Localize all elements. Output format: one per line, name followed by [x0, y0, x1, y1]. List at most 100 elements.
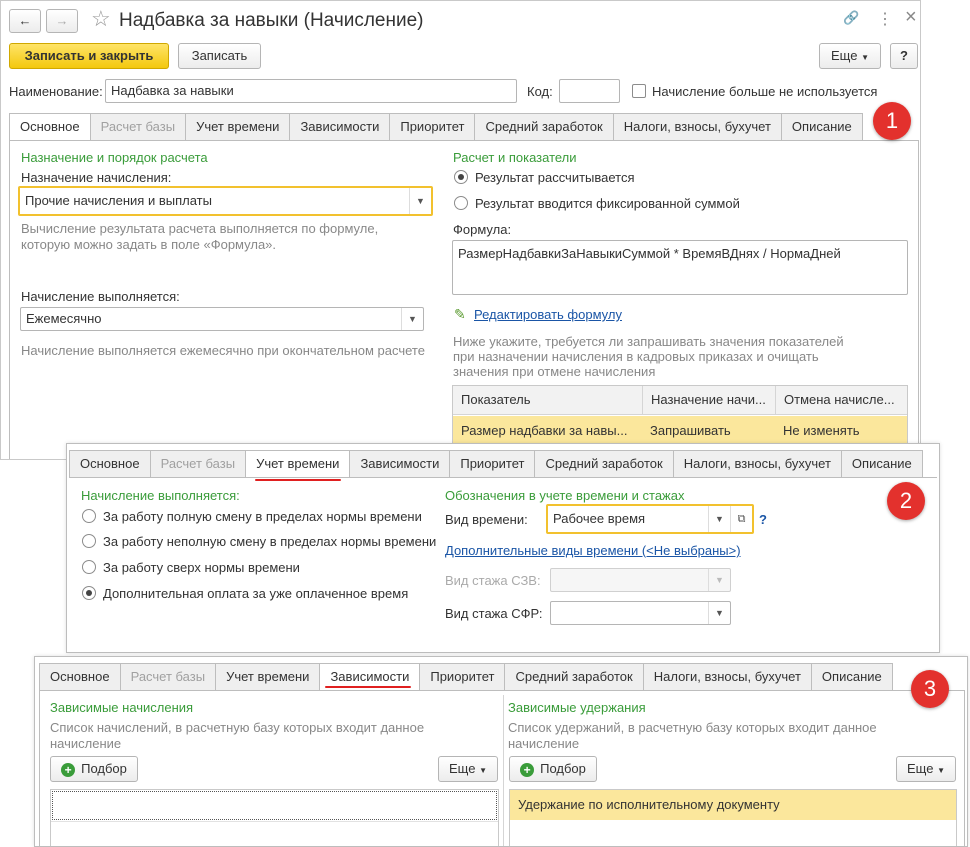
- tab-base-calc[interactable]: Расчет базы: [119, 663, 216, 691]
- radio-additional-pay[interactable]: [82, 586, 96, 600]
- more-deductions-label: Еще: [907, 761, 934, 776]
- row-divider: [51, 821, 498, 822]
- tab-dependencies[interactable]: Зависимости: [289, 113, 390, 141]
- dependent-deductions-title: Зависимые удержания: [508, 700, 646, 715]
- more-button-label: Еще: [831, 48, 858, 63]
- more-accruals-button[interactable]: Еще ▼: [438, 756, 498, 782]
- chevron-down-icon[interactable]: ▼: [708, 602, 730, 624]
- row-cancel-cell[interactable]: Не изменять: [775, 417, 907, 445]
- tab-priority[interactable]: Приоритет: [449, 450, 535, 478]
- back-button[interactable]: ←: [9, 9, 41, 33]
- tab-time-accounting[interactable]: Учет времени: [245, 450, 350, 478]
- purpose-select[interactable]: Прочие начисления и выплаты ▼: [18, 186, 433, 216]
- szv-select: ▼: [550, 568, 731, 592]
- executed-select[interactable]: Ежемесячно ▼: [20, 307, 424, 331]
- purpose-hint-1: Вычисление результата расчета выполняетс…: [21, 221, 379, 236]
- radio-overtime[interactable]: [82, 560, 96, 574]
- more-accruals-label: Еще: [449, 761, 476, 776]
- chevron-down-icon[interactable]: ▼: [401, 308, 423, 330]
- arrow-left-icon: ←: [18, 13, 32, 28]
- chevron-down-icon[interactable]: ▼: [708, 506, 730, 532]
- more-deductions-button[interactable]: Еще ▼: [896, 756, 956, 782]
- time-accounting-panel: Основное Расчет базы Учет времени Зависи…: [66, 443, 940, 653]
- pick-accruals-button[interactable]: + Подбор: [50, 756, 138, 782]
- dependent-accruals-hint-1: Список начислений, в расчетную базу кото…: [50, 720, 425, 735]
- list-item[interactable]: [52, 791, 497, 820]
- row-indicator-cell[interactable]: Размер надбавки за навы...: [453, 417, 642, 445]
- chevron-down-icon[interactable]: ▼: [409, 188, 431, 214]
- tab-dependencies[interactable]: Зависимости: [349, 450, 450, 478]
- tab-average-earnings[interactable]: Средний заработок: [474, 113, 613, 141]
- star-icon[interactable]: ☆: [91, 6, 111, 32]
- tab-taxes[interactable]: Налоги, взносы, бухучет: [612, 113, 781, 141]
- tab-description[interactable]: Описание: [840, 450, 923, 478]
- not-used-checkbox[interactable]: [632, 84, 646, 98]
- dependent-accruals-hint-2: начисление: [50, 736, 122, 751]
- tab-bar: Основное Расчет базы Учет времени Зависи…: [9, 113, 863, 141]
- help-button[interactable]: ?: [890, 43, 918, 69]
- deduction-row-label[interactable]: Удержание по исполнительному документу: [510, 791, 956, 819]
- formula-label: Формула:: [453, 222, 512, 237]
- purpose-label: Назначение начисления:: [21, 170, 172, 185]
- dependent-accruals-list[interactable]: [50, 789, 499, 846]
- row-assign-cell[interactable]: Запрашивать: [642, 417, 775, 445]
- sfr-select[interactable]: ▼: [550, 601, 731, 625]
- tab-base-calc[interactable]: Расчет базы: [149, 450, 246, 478]
- arrow-right-icon: →: [55, 13, 69, 28]
- close-icon[interactable]: ×: [905, 6, 917, 29]
- radio-result-fixed[interactable]: [454, 196, 468, 210]
- radio-full-shift[interactable]: [82, 509, 96, 523]
- edit-formula-link[interactable]: Редактировать формулу: [474, 307, 622, 322]
- help-mark[interactable]: ?: [759, 512, 767, 527]
- radio-part-shift[interactable]: [82, 534, 96, 548]
- formula-textarea[interactable]: РазмерНадбавкиЗаНавыкиСуммой * ВремяВДня…: [452, 240, 908, 295]
- purpose-section-title: Назначение и порядок расчета: [21, 150, 208, 165]
- forward-button[interactable]: →: [46, 9, 78, 33]
- dependent-deductions-list[interactable]: Удержание по исполнительному документу: [509, 789, 957, 846]
- extra-time-types-link[interactable]: Дополнительные виды времени (<Не выбраны…: [445, 543, 741, 558]
- save-button[interactable]: Записать: [178, 43, 261, 69]
- open-icon[interactable]: ⧉: [730, 506, 752, 532]
- radio-result-calculated[interactable]: [454, 170, 468, 184]
- chevron-down-icon: ▼: [861, 53, 869, 62]
- tab-main[interactable]: Основное: [69, 450, 150, 478]
- dependent-accruals-title: Зависимые начисления: [50, 700, 194, 715]
- tab-time-accounting[interactable]: Учет времени: [215, 663, 320, 691]
- tab-average-earnings[interactable]: Средний заработок: [504, 663, 643, 691]
- link-icon[interactable]: 🔗: [843, 10, 859, 26]
- tab-bar: Основное Расчет базы Учет времени Зависи…: [69, 450, 923, 478]
- col-header-indicator[interactable]: Показатель: [453, 386, 642, 414]
- tab-priority[interactable]: Приоритет: [419, 663, 505, 691]
- tab-main[interactable]: Основное: [9, 113, 90, 141]
- not-used-label: Начисление больше не используется: [652, 84, 878, 99]
- tab-description[interactable]: Описание: [810, 663, 893, 691]
- name-input[interactable]: Надбавка за навыки: [105, 79, 517, 103]
- tab-taxes[interactable]: Налоги, взносы, бухучет: [672, 450, 841, 478]
- executed-hint: Начисление выполняется ежемесячно при ок…: [21, 343, 425, 358]
- tab-priority[interactable]: Приоритет: [389, 113, 475, 141]
- more-button[interactable]: Еще ▼: [819, 43, 881, 69]
- more-menu-icon[interactable]: ⋮: [877, 9, 893, 29]
- plus-icon: +: [520, 762, 535, 777]
- time-type-select[interactable]: Рабочее время ▼ ⧉: [546, 504, 754, 534]
- tab-taxes[interactable]: Налоги, взносы, бухучет: [642, 663, 811, 691]
- time-type-value: Рабочее время: [553, 511, 646, 526]
- col-header-cancel[interactable]: Отмена начисле...: [775, 386, 907, 414]
- tab-average-earnings[interactable]: Средний заработок: [534, 450, 673, 478]
- tab-base-calc[interactable]: Расчет базы: [89, 113, 186, 141]
- tab-main[interactable]: Основное: [39, 663, 120, 691]
- col-header-assign[interactable]: Назначение начи...: [642, 386, 775, 414]
- radio-result-calculated-label: Результат рассчитывается: [475, 170, 635, 185]
- code-input[interactable]: [559, 79, 620, 103]
- indicators-hint-3: значения при отмене начисления: [453, 364, 656, 379]
- pick-deductions-button[interactable]: + Подбор: [509, 756, 597, 782]
- indicators-hint-1: Ниже укажите, требуется ли запрашивать з…: [453, 334, 844, 349]
- tab-description[interactable]: Описание: [780, 113, 863, 141]
- accrual-form-main-panel: ← → ☆ Надбавка за навыки (Начисление) 🔗 …: [0, 0, 921, 460]
- save-and-close-button[interactable]: Записать и закрыть: [9, 43, 169, 69]
- column-divider: [503, 695, 504, 846]
- radio-result-fixed-label: Результат вводится фиксированной суммой: [475, 196, 740, 211]
- chevron-down-icon: ▼: [479, 766, 487, 775]
- tab-time-accounting[interactable]: Учет времени: [185, 113, 290, 141]
- pencil-icon: ✎: [454, 306, 466, 322]
